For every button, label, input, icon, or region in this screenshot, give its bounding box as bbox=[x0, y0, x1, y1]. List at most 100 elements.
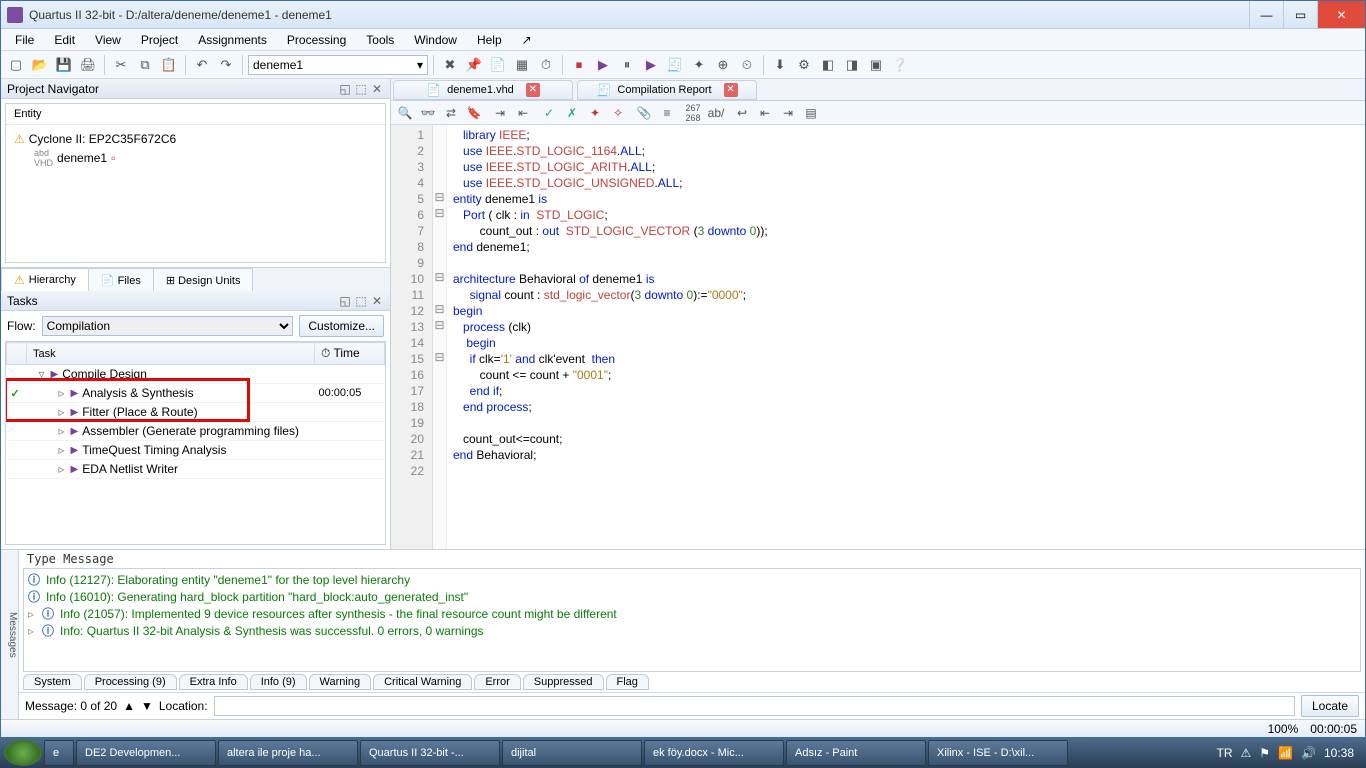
task-row[interactable]: ✓▹▶Analysis & Synthesis00:00:05 bbox=[7, 384, 385, 403]
menu-icon[interactable]: ▤ bbox=[801, 103, 821, 123]
msg-tab[interactable]: System bbox=[23, 674, 82, 690]
pin-icon[interactable]: 📌 bbox=[463, 54, 485, 76]
message-row[interactable]: ⓘInfo (16010): Generating hard_block par… bbox=[28, 588, 1356, 605]
undo-icon[interactable]: ↶ bbox=[191, 54, 213, 76]
back-icon[interactable]: ↩ bbox=[732, 103, 752, 123]
task-row[interactable]: ▿▶Compile Design bbox=[7, 365, 385, 384]
taskbar-item[interactable]: dijital bbox=[502, 740, 642, 766]
taskbar-item[interactable]: ek föy.docx - Mic... bbox=[644, 740, 784, 766]
msg-tab[interactable]: Warning bbox=[309, 674, 372, 690]
flow-select[interactable]: Compilation bbox=[42, 316, 294, 336]
customize-button[interactable]: Customize... bbox=[299, 315, 384, 337]
taskbar-item[interactable]: Adsız - Paint bbox=[786, 740, 926, 766]
start-button[interactable] bbox=[4, 740, 42, 766]
uncomment-icon[interactable]: ✗ bbox=[562, 103, 582, 123]
msg-tab[interactable]: Extra Info bbox=[179, 674, 248, 690]
device-row[interactable]: ⚠Cyclone II: EP2C35F672C6 bbox=[14, 131, 377, 147]
stop-icon[interactable]: ⏹ bbox=[568, 54, 590, 76]
compile-icon[interactable]: ▶ bbox=[640, 54, 662, 76]
find-icon[interactable]: 🔍 bbox=[395, 103, 415, 123]
code-editor[interactable]: 12345678910111213141516171819202122 ⊟⊟⊟⊟… bbox=[391, 125, 1365, 549]
msg-tab[interactable]: Suppressed bbox=[523, 674, 604, 690]
tool1-icon[interactable]: ⚙ bbox=[793, 54, 815, 76]
tool2-icon[interactable]: ◧ bbox=[817, 54, 839, 76]
menu-project[interactable]: Project bbox=[131, 31, 188, 49]
task-row[interactable]: ▹▶Fitter (Place & Route) bbox=[7, 403, 385, 422]
save-icon[interactable]: 💾 bbox=[53, 54, 75, 76]
msg-up-icon[interactable]: ▲ bbox=[123, 699, 135, 713]
panel-close-icon[interactable]: ✕ bbox=[370, 82, 384, 96]
search-icon[interactable]: ↗ bbox=[512, 31, 542, 49]
titlebar[interactable]: Quartus II 32-bit - D:/altera/deneme/den… bbox=[1, 1, 1365, 29]
fold-out-icon[interactable]: ⇥ bbox=[778, 103, 798, 123]
chip-icon[interactable]: ▦ bbox=[511, 54, 533, 76]
fold-in-icon[interactable]: ⇤ bbox=[755, 103, 775, 123]
task-row[interactable]: ▹▶EDA Netlist Writer bbox=[7, 460, 385, 479]
line-icon[interactable]: ≡ bbox=[657, 103, 677, 123]
timing-icon[interactable]: ⏲ bbox=[736, 54, 758, 76]
menu-assignments[interactable]: Assignments bbox=[188, 31, 277, 49]
msg-tab[interactable]: Flag bbox=[606, 674, 649, 690]
print-icon[interactable]: 🖨 bbox=[77, 54, 99, 76]
ab-icon[interactable]: ab/ bbox=[706, 103, 726, 123]
task-row[interactable]: ▹▶TimeQuest Timing Analysis bbox=[7, 441, 385, 460]
nav-tab-files[interactable]: 📄 Files bbox=[88, 268, 154, 291]
locate-button[interactable]: Locate bbox=[1301, 695, 1359, 717]
tab-close-icon[interactable]: ✕ bbox=[526, 83, 540, 97]
minimize-button[interactable]: — bbox=[1249, 1, 1283, 28]
wand-icon[interactable]: ✦ bbox=[688, 54, 710, 76]
copy-icon[interactable]: ⧉ bbox=[134, 54, 156, 76]
program-icon[interactable]: ⬇ bbox=[769, 54, 791, 76]
bookmark-icon[interactable]: 🔖 bbox=[464, 103, 484, 123]
taskbar-item[interactable]: Xilinx - ISE - D:\xil... bbox=[928, 740, 1068, 766]
task-row[interactable]: ▹▶Assembler (Generate programming files) bbox=[7, 422, 385, 441]
menu-file[interactable]: File bbox=[5, 31, 44, 49]
taskbar-item[interactable]: altera ile proje ha... bbox=[218, 740, 358, 766]
mark1-icon[interactable]: ✦ bbox=[585, 103, 605, 123]
message-row[interactable]: ▹ⓘInfo: Quartus II 32-bit Analysis & Syn… bbox=[28, 622, 1356, 639]
menu-view[interactable]: View bbox=[85, 31, 131, 49]
close-button[interactable]: ✕ bbox=[1317, 1, 1365, 28]
message-row[interactable]: ▹ⓘInfo (21057): Implemented 9 device res… bbox=[28, 605, 1356, 622]
doc-tab[interactable]: 📄 deneme1.vhd✕ bbox=[393, 80, 573, 100]
pause-icon[interactable]: ⏸ bbox=[616, 54, 638, 76]
doc-tab[interactable]: 🧾 Compilation Report✕ bbox=[577, 80, 757, 100]
message-row[interactable]: ⓘInfo (12127): Elaborating entity "denem… bbox=[28, 571, 1356, 588]
menu-processing[interactable]: Processing bbox=[277, 31, 356, 49]
mark2-icon[interactable]: ✧ bbox=[608, 103, 628, 123]
maximize-button[interactable]: ▭ bbox=[1283, 1, 1317, 28]
binoculars-icon[interactable]: 👓 bbox=[418, 103, 438, 123]
attach-icon[interactable]: 📎 bbox=[634, 103, 654, 123]
open-icon[interactable]: 📂 bbox=[29, 54, 51, 76]
replace-icon[interactable]: ⇄ bbox=[441, 103, 461, 123]
nav-tab-hierarchy[interactable]: ⚠Hierarchy bbox=[1, 268, 89, 291]
clock-icon[interactable]: ⏱ bbox=[535, 54, 557, 76]
msg-down-icon[interactable]: ▼ bbox=[141, 699, 153, 713]
report-icon[interactable]: 🧾 bbox=[664, 54, 686, 76]
menu-edit[interactable]: Edit bbox=[44, 31, 85, 49]
redo-icon[interactable]: ↷ bbox=[215, 54, 237, 76]
tool4-icon[interactable]: ▣ bbox=[865, 54, 887, 76]
taskbar-item[interactable]: DE2 Developmen... bbox=[76, 740, 216, 766]
new-icon[interactable]: ▢ bbox=[5, 54, 27, 76]
cut-icon[interactable]: ✂ bbox=[110, 54, 132, 76]
msg-tab[interactable]: Critical Warning bbox=[373, 674, 472, 690]
panel-float-icon[interactable]: ◱ bbox=[338, 82, 352, 96]
system-tray[interactable]: TR ⚠ ⚑ 📶 🔊 10:38 bbox=[1217, 746, 1362, 760]
menu-tools[interactable]: Tools bbox=[356, 31, 404, 49]
indent-icon[interactable]: ⇥ bbox=[490, 103, 510, 123]
outdent-icon[interactable]: ⇤ bbox=[513, 103, 533, 123]
gate-icon[interactable]: ⊕ bbox=[712, 54, 734, 76]
project-combo[interactable]: deneme1▾ bbox=[248, 55, 428, 75]
taskbar-item[interactable]: Quartus II 32-bit -... bbox=[360, 740, 500, 766]
msg-tab[interactable]: Processing (9) bbox=[84, 674, 177, 690]
entity-row[interactable]: abdVHDdeneme1▫ bbox=[14, 147, 377, 169]
comment-icon[interactable]: ✓ bbox=[539, 103, 559, 123]
paste-icon[interactable]: 📋 bbox=[158, 54, 180, 76]
doc-icon[interactable]: 📄 bbox=[487, 54, 509, 76]
msg-tab[interactable]: Error bbox=[474, 674, 520, 690]
menu-help[interactable]: Help bbox=[467, 31, 512, 49]
help-icon[interactable]: ❔ bbox=[889, 54, 911, 76]
panel-pin-icon[interactable]: ⬚ bbox=[354, 82, 368, 96]
settings-icon[interactable]: ✖ bbox=[439, 54, 461, 76]
